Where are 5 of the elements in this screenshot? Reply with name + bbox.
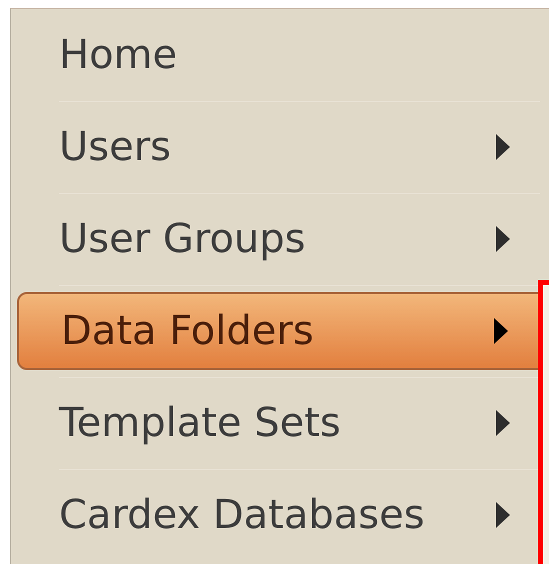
menu-item[interactable]: Home: [11, 9, 549, 101]
menu-item[interactable]: User Groups: [11, 193, 549, 285]
menu-item[interactable]: Template Sets: [11, 377, 549, 469]
menu-item[interactable]: Users: [11, 101, 549, 193]
menu-item[interactable]: Cardex Databases: [11, 469, 549, 561]
